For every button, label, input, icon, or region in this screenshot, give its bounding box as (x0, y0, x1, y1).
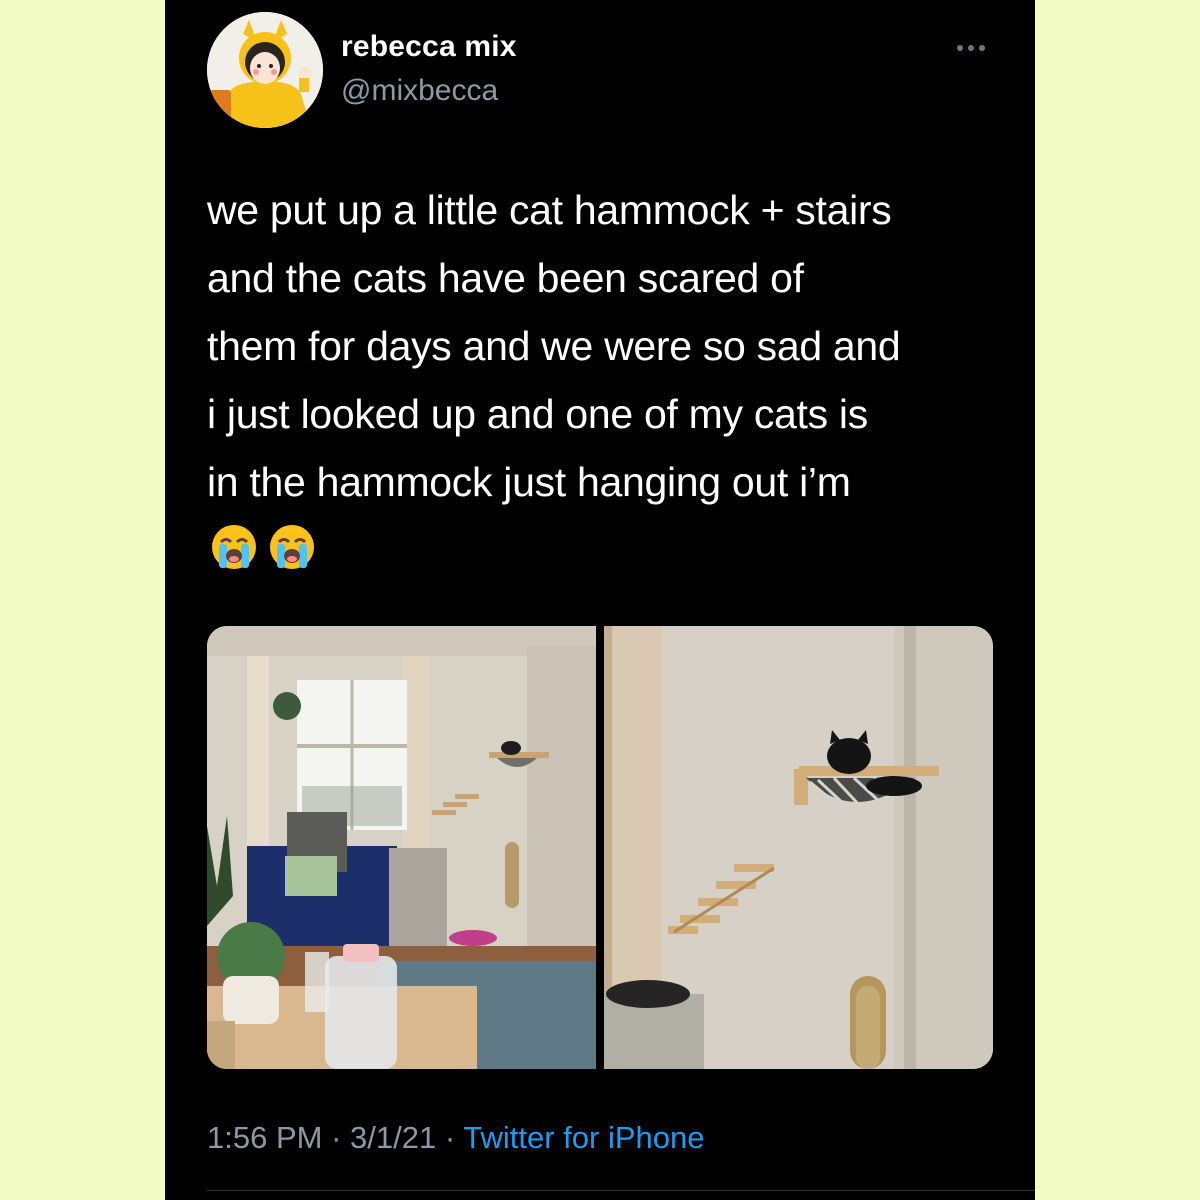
tweet-text: we put up a little cat hammock + stairs … (207, 176, 1007, 516)
tweet-card: rebecca mix @mixbecca we put up a little… (165, 0, 1035, 1200)
meta-separator: · (444, 1120, 456, 1155)
living-room-image (207, 626, 596, 1069)
emoji-row (209, 522, 321, 572)
more-dots-icon (957, 45, 985, 51)
meta-separator: · (331, 1120, 342, 1155)
display-name[interactable]: rebecca mix (341, 30, 517, 64)
tweet-line: them for days and we were so sad and (207, 323, 901, 369)
loudly-crying-face-icon (270, 525, 315, 569)
tweet-line: we put up a little cat hammock + stairs (207, 187, 892, 233)
tweet-date: 3/1/21 (350, 1120, 437, 1155)
avatar[interactable] (207, 12, 323, 128)
loudly-crying-face-icon (212, 525, 256, 569)
tweet-meta: 1:56 PM · 3/1/21 · Twitter for iPhone (207, 1120, 704, 1156)
divider (207, 1190, 1035, 1191)
cat-hammock-image (604, 626, 993, 1069)
cat-hammock-photo[interactable] (604, 626, 993, 1069)
more-options-button[interactable] (951, 30, 991, 66)
tweet-line: in the hammock just hanging out i’m (207, 459, 851, 505)
tweet-source-link[interactable]: Twitter for iPhone (463, 1120, 704, 1155)
tweet-line: and the cats have been scared of (207, 255, 804, 301)
avatar-illustration-icon (207, 12, 323, 128)
living-room-photo[interactable] (207, 626, 596, 1069)
tweet-media (207, 626, 993, 1069)
tweet-line: i just looked up and one of my cats is (207, 391, 868, 437)
tweet-time: 1:56 PM (207, 1120, 323, 1155)
user-handle[interactable]: @mixbecca (341, 74, 498, 108)
